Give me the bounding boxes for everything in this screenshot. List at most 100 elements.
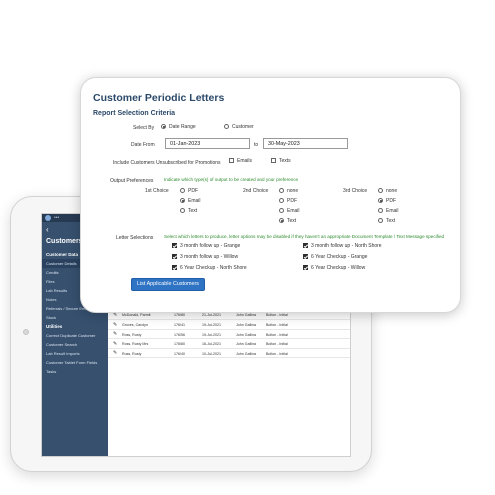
table-cell: 16-Jul-2021 — [202, 342, 221, 347]
first-choice-label: 1st Choice — [145, 188, 169, 194]
table-cell: Groves, Carolyn — [122, 323, 148, 327]
checkbox-icon — [271, 158, 276, 163]
panel-subtitle: Report Selection Criteria — [93, 110, 176, 117]
radio-icon — [378, 198, 383, 203]
table-cell: 176/80 — [174, 313, 185, 318]
table-cell: 10-Jul-2021 — [202, 351, 221, 356]
radio-icon — [378, 218, 383, 223]
table-cell: Bolton - Initial — [266, 323, 288, 327]
table-cell: John Gallina — [236, 323, 256, 327]
table-cell: Russ, Rusty — [122, 351, 142, 356]
edit-pencil-icon[interactable]: ✎ — [113, 341, 118, 347]
table-cell: McDonald, Parmit — [122, 313, 151, 318]
table-cell: Bolton - Initial — [266, 342, 288, 347]
checkbox-icon — [229, 158, 234, 163]
edit-pencil-icon[interactable]: ✎ — [113, 350, 118, 356]
radio-icon — [279, 198, 284, 203]
edit-pencil-icon[interactable]: ✎ — [113, 331, 118, 337]
radio-icon — [378, 188, 383, 193]
letter-checkbox[interactable]: 3 month follow up - Grange — [172, 243, 240, 249]
sidebar-item[interactable]: Lab Result Imports — [42, 349, 108, 358]
radio-icon — [180, 208, 185, 213]
app-logo-icon — [45, 215, 51, 221]
radio-icon — [224, 124, 229, 129]
letter-checkbox[interactable]: 3 month follow up - North Shore — [303, 243, 382, 249]
output-prefs-label: Output Preferences — [110, 178, 154, 184]
select-by-label: Select By — [133, 125, 155, 131]
third-choice-text-radio[interactable]: Text — [378, 218, 395, 224]
second-choice-text-radio[interactable]: Text — [279, 218, 296, 224]
table-cell: John Gallina — [236, 351, 256, 356]
table-cell: 21-Jul-2021 — [202, 313, 221, 318]
table-cell: Bolton - Initial — [266, 351, 288, 356]
checkbox-icon — [172, 254, 177, 259]
table-row[interactable]: ✎ Groves, Carolyn 176/41 19-Jul-2021 John Ga… — [108, 320, 350, 330]
edit-pencil-icon[interactable]: ✎ — [113, 322, 118, 328]
panel-title: Customer Periodic Letters — [93, 92, 225, 104]
table-cell: 178/80 — [174, 342, 185, 347]
output-prefs-note: Indicate which type(s) of output to be c… — [164, 177, 299, 182]
date-from-label: Date From — [131, 142, 155, 148]
table-cell: John Gallina — [236, 313, 256, 318]
menu-dots-icon[interactable]: ••• — [54, 215, 59, 221]
table-row[interactable]: ✎ Ross, Rusty Mrs 178/80 16-Jul-2021 John Ga… — [108, 339, 350, 349]
checkbox-icon — [303, 265, 308, 270]
date-to-input[interactable]: 30-May-2023 — [263, 138, 348, 149]
table-cell: Ross, Rusty — [122, 332, 142, 337]
second-choice-none-radio[interactable]: none — [279, 188, 298, 194]
letter-selections-label: Letter Selections — [116, 235, 154, 241]
checkbox-icon — [172, 243, 177, 248]
periodic-letters-panel: Customer Periodic Letters Report Selecti… — [80, 77, 461, 313]
third-choice-email-radio[interactable]: Email — [378, 208, 399, 214]
checkbox-icon — [172, 265, 177, 270]
second-choice-label: 2nd Choice — [243, 188, 269, 194]
unsubscribed-label: Include Customers Unsubscribed for Promo… — [113, 160, 221, 166]
date-to-label: to — [254, 142, 259, 148]
sidebar-item[interactable]: Customer Tablet Form Fields — [42, 358, 108, 367]
letter-selections-note: Select which letters to produce, letter … — [164, 234, 445, 239]
table-cell: Bolton - Initial — [266, 313, 288, 318]
select-by-date-range-radio[interactable]: Date Range — [161, 124, 196, 130]
table-row[interactable]: ✎ Russ, Rusty 176/40 10-Jul-2021 John Gallin… — [108, 349, 350, 359]
unsubscribed-texts-checkbox[interactable]: Texts — [271, 158, 291, 164]
radio-icon — [279, 218, 284, 223]
sidebar-title: Customers — [46, 238, 83, 245]
select-by-customer-radio[interactable]: Customer — [224, 124, 254, 130]
radio-icon — [279, 188, 284, 193]
third-choice-pdf-radio[interactable]: PDF — [378, 198, 396, 204]
sidebar-item[interactable]: Correct Duplicate Customer — [42, 331, 108, 340]
second-choice-pdf-radio[interactable]: PDF — [279, 198, 297, 204]
sidebar-item[interactable]: Tasks — [42, 367, 108, 376]
first-choice-email-radio[interactable]: Email — [180, 198, 201, 204]
radio-icon — [279, 208, 284, 213]
table-cell: 176/56 — [174, 332, 185, 337]
letter-checkbox[interactable]: 3 month follow up - Willow — [172, 254, 238, 260]
sidebar-item[interactable]: Customer Search — [42, 340, 108, 349]
second-choice-email-radio[interactable]: Email — [279, 208, 300, 214]
checkbox-icon — [303, 254, 308, 259]
tablet-camera — [23, 329, 29, 335]
letter-checkbox[interactable]: 6 Year Checkup - Grange — [303, 254, 367, 260]
sidebar-item[interactable]: Stock — [42, 313, 108, 322]
unsubscribed-emails-checkbox[interactable]: Emails — [229, 158, 252, 164]
back-arrow-icon[interactable]: ‹ — [46, 226, 49, 234]
table-cell: John Gallina — [236, 332, 256, 337]
radio-icon — [378, 208, 383, 213]
radio-icon — [180, 198, 185, 203]
letter-checkbox[interactable]: 6 Year Checkup - Willow — [303, 265, 365, 271]
list-applicable-customers-button[interactable]: List Applicable Customers — [131, 278, 205, 291]
table-row[interactable]: ✎ Ross, Rusty 176/56 19-Jul-2021 John Gallin… — [108, 330, 350, 340]
third-choice-label: 3rd Choice — [343, 188, 368, 194]
table-cell: John Gallina — [236, 342, 256, 347]
sidebar-section-heading: Utilities — [46, 324, 63, 329]
first-choice-text-radio[interactable]: Text — [180, 208, 197, 214]
date-from-input[interactable]: 01-Jan-2023 — [165, 138, 250, 149]
table-cell: Bolton - Initial — [266, 332, 288, 337]
table-cell: 19-Jul-2021 — [202, 323, 221, 327]
letter-checkbox[interactable]: 6 Year Checkup - North Shore — [172, 265, 247, 271]
third-choice-none-radio[interactable]: none — [378, 188, 397, 194]
table-cell: 19-Jul-2021 — [202, 332, 221, 337]
first-choice-pdf-radio[interactable]: PDF — [180, 188, 198, 194]
table-cell: Ross, Rusty Mrs — [122, 342, 149, 347]
table-cell: 176/40 — [174, 351, 185, 356]
